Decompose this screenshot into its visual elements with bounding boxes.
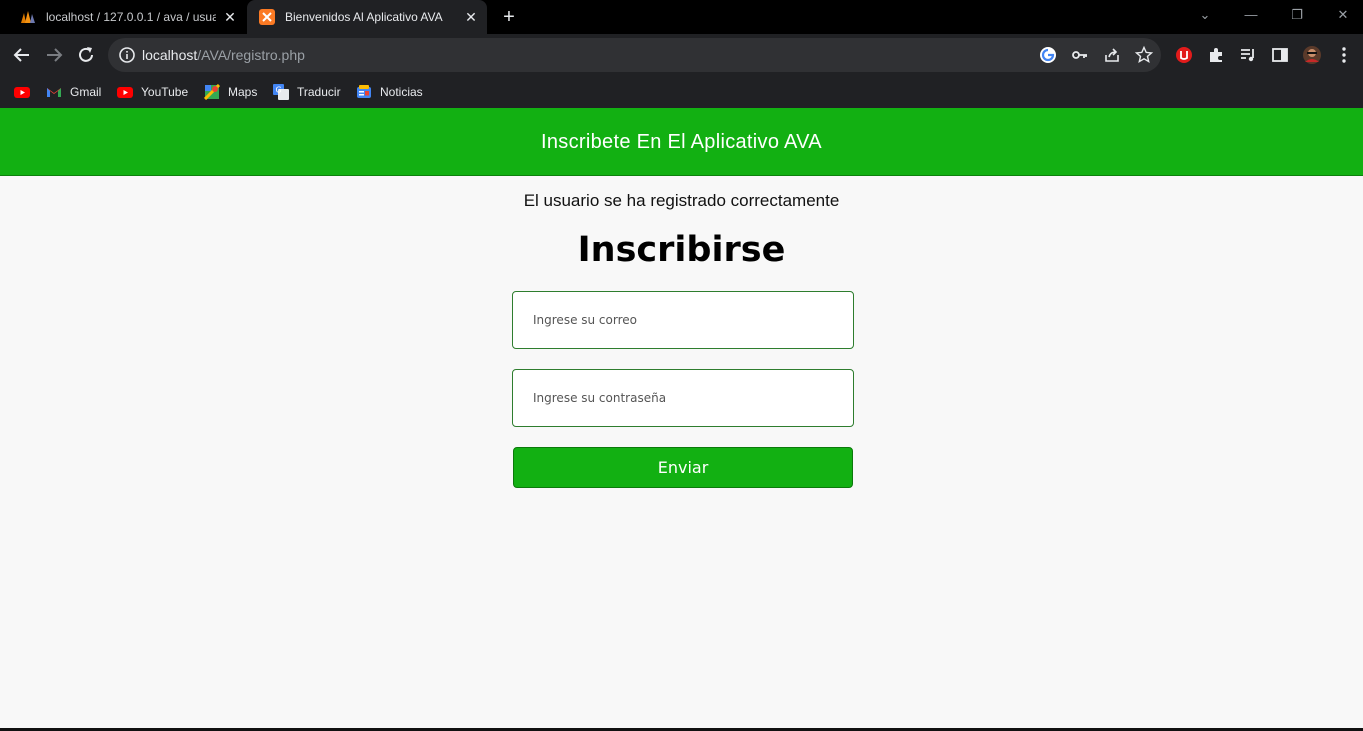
bookmark-youtube-icon-only[interactable] [14,82,38,102]
bookmark-label: Maps [228,85,258,99]
svg-text:G: G [276,86,282,95]
restore-icon[interactable]: ❐ [1284,4,1310,26]
key-icon[interactable] [1070,45,1090,65]
bookmark-youtube[interactable]: YouTube [117,82,188,102]
url-host: localhost [142,47,198,63]
phpmyadmin-icon [21,11,35,23]
bookmark-star-icon[interactable] [1134,45,1154,65]
browser-window: localhost / 127.0.0.1 / ava / usuarios ✕… [0,0,1363,731]
youtube-icon [14,87,30,98]
submit-button[interactable]: Enviar [513,447,853,488]
status-message: El usuario se ha registrado correctament… [523,191,840,210]
menu-kebab-icon[interactable] [1334,45,1354,65]
bookmark-label: Traducir [297,85,341,99]
reload-icon[interactable] [74,43,98,67]
close-window-icon[interactable]: ✕ [1330,4,1356,26]
bookmark-maps[interactable]: Maps [204,82,257,102]
info-icon[interactable] [117,45,137,65]
browser-toolbar: localhost/AVA/registro.php [0,34,1363,76]
maps-icon [204,84,220,100]
tab-aplicativo-ava[interactable]: Bienvenidos Al Aplicativo AVA ✕ [247,0,487,34]
bookmark-label: Noticias [380,85,423,99]
tab-strip: localhost / 127.0.0.1 / ava / usuarios ✕… [0,0,1363,34]
side-panel-icon[interactable] [1270,45,1290,65]
url-path: /AVA/registro.php [197,47,305,63]
minimize-icon[interactable]: — [1238,4,1264,26]
bookmark-label: YouTube [141,85,189,99]
bookmark-gmail[interactable]: Gmail [46,82,101,102]
extensions-icon[interactable] [1206,45,1226,65]
bookmarks-bar: Gmail YouTube Maps G Traducir Noticias [0,76,1363,108]
gmail-icon [47,88,61,97]
back-icon[interactable] [10,43,34,67]
url-text: localhost/AVA/registro.php [142,47,305,63]
news-icon [357,85,371,98]
xampp-icon [259,9,275,25]
translate-icon: G [273,84,289,100]
password-field[interactable] [512,369,854,427]
share-icon[interactable] [1102,45,1122,65]
email-field[interactable] [512,291,854,349]
address-bar[interactable]: localhost/AVA/registro.php [108,38,1161,72]
tab-title: Bienvenidos Al Aplicativo AVA [285,10,443,24]
tab-search-icon[interactable]: ⌄ [1192,4,1218,26]
bookmark-traducir[interactable]: G Traducir [273,82,341,102]
page-viewport: Inscribete En El Aplicativo AVA El usuar… [0,108,1363,728]
profile-avatar[interactable] [1302,45,1322,65]
form-title: Inscribirse [577,230,786,270]
youtube-icon [117,87,133,98]
close-tab-icon[interactable]: ✕ [463,9,479,25]
new-tab-button[interactable]: + [498,7,520,29]
google-lens-icon[interactable] [1038,45,1058,65]
tab-phpmyadmin[interactable]: localhost / 127.0.0.1 / ava / usuarios ✕ [8,0,246,34]
forward-icon[interactable] [42,43,66,67]
media-control-icon[interactable] [1238,45,1258,65]
header-title: Inscribete En El Aplicativo AVA [541,131,822,153]
bookmark-noticias[interactable]: Noticias [356,82,423,102]
tab-title: localhost / 127.0.0.1 / ava / usuarios [46,10,216,24]
ublock-icon[interactable] [1174,45,1194,65]
bookmark-label: Gmail [70,85,102,99]
site-header: Inscribete En El Aplicativo AVA [0,108,1363,176]
close-tab-icon[interactable]: ✕ [222,9,238,25]
